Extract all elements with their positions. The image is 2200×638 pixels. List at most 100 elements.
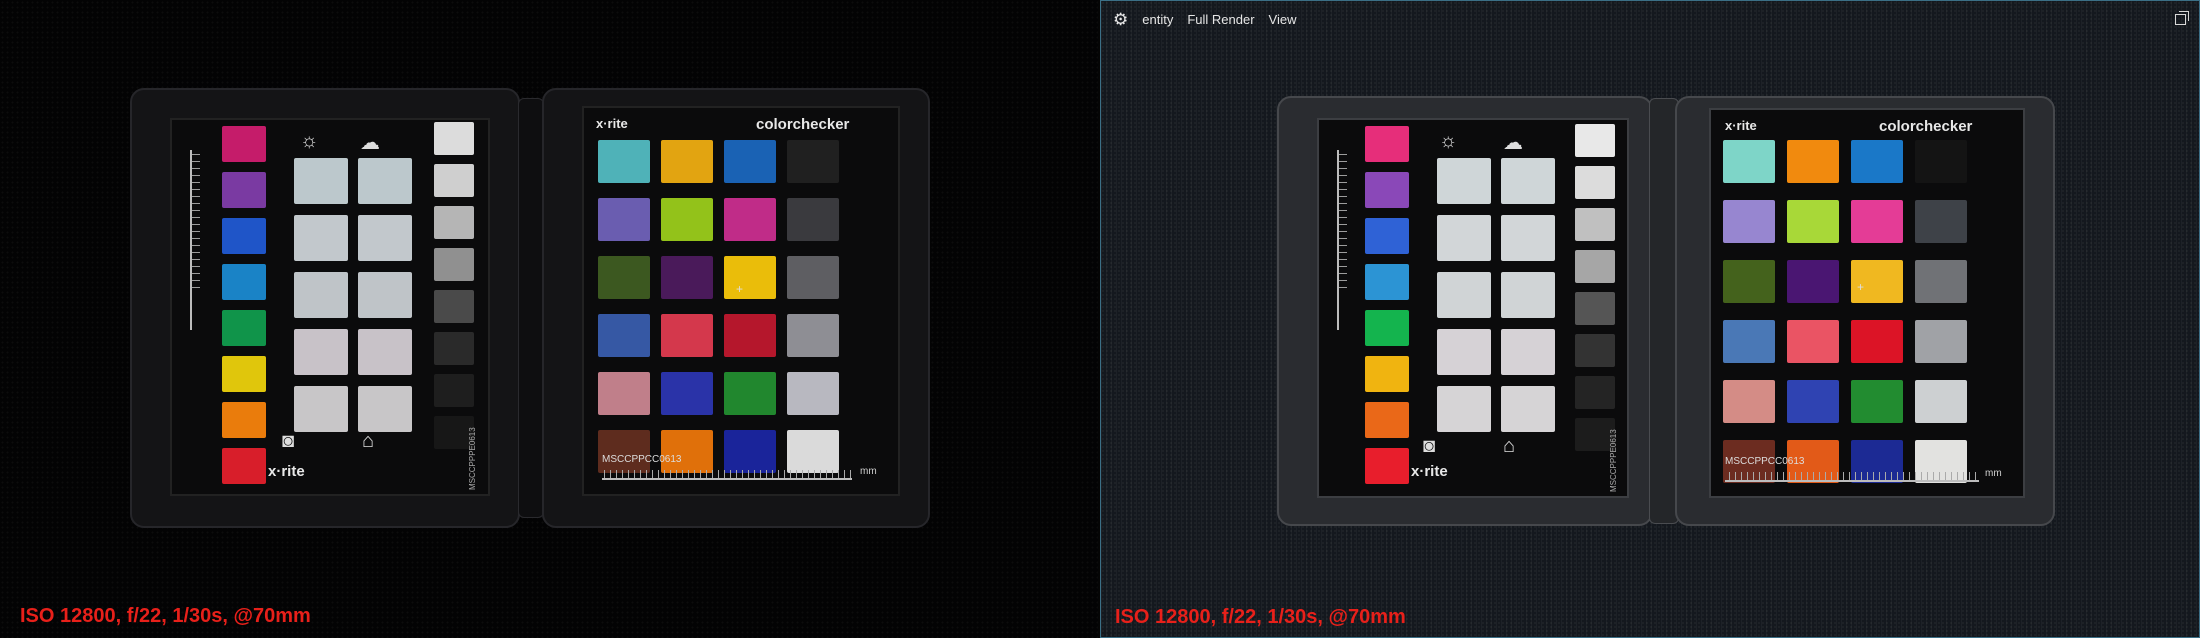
passport-side-card: ☼ ☁ ◙ ⌂ x·rite MSCCPPPE0613 bbox=[170, 118, 490, 496]
sun-shade-icon: ☼ bbox=[1439, 130, 1458, 152]
white-balance-patch bbox=[294, 329, 348, 375]
white-balance-patch bbox=[1437, 386, 1491, 432]
vertical-ruler bbox=[1337, 150, 1351, 330]
color-swatch bbox=[598, 372, 650, 415]
side-color-swatch bbox=[222, 356, 266, 393]
white-balance-patch bbox=[1501, 386, 1555, 432]
white-balance-patch bbox=[294, 158, 348, 204]
color-swatch bbox=[1915, 380, 1967, 423]
color-swatch bbox=[1787, 380, 1839, 423]
color-swatch bbox=[724, 430, 776, 473]
unit-label: mm bbox=[1985, 468, 2002, 479]
color-swatch bbox=[1915, 260, 1967, 303]
color-swatch bbox=[1915, 200, 1967, 243]
xrite-logo-bottom: x·rite bbox=[268, 463, 305, 480]
color-swatch bbox=[598, 140, 650, 183]
color-swatch bbox=[661, 372, 713, 415]
side-color-swatch bbox=[222, 310, 266, 347]
color-swatch bbox=[1787, 200, 1839, 243]
color-swatch bbox=[661, 256, 713, 299]
grey-swatch bbox=[1575, 166, 1615, 199]
color-swatch bbox=[1851, 200, 1903, 243]
menu-full-render[interactable]: Full Render bbox=[1187, 12, 1254, 27]
color-swatch bbox=[724, 372, 776, 415]
grey-swatch bbox=[1575, 334, 1615, 367]
grey-swatch bbox=[434, 374, 474, 407]
side-color-swatch bbox=[1365, 310, 1409, 347]
side-color-swatch bbox=[1365, 218, 1409, 255]
chart-serial: MSCCPPCC0613 bbox=[602, 454, 682, 465]
xrite-logo: x·rite bbox=[1725, 118, 1757, 133]
grey-swatch bbox=[434, 122, 474, 155]
white-balance-patch bbox=[1501, 215, 1555, 261]
grey-swatch bbox=[434, 164, 474, 197]
landscape-icon: ⌂ bbox=[1503, 435, 1516, 457]
color-swatch bbox=[661, 314, 713, 357]
camera-icon: ◙ bbox=[1423, 435, 1436, 457]
cloud-shade-icon: ☁ bbox=[360, 132, 380, 154]
side-color-swatch bbox=[1365, 402, 1409, 439]
right-render-pane: ⚙ entity Full Render View ☼ ☁ ◙ ⌂ x·rite… bbox=[1100, 0, 2200, 638]
menu-view[interactable]: View bbox=[1269, 12, 1297, 27]
color-swatch bbox=[1787, 140, 1839, 183]
grey-swatch bbox=[1575, 292, 1615, 325]
white-balance-patch bbox=[358, 329, 412, 375]
white-balance-patch bbox=[358, 386, 412, 432]
side-color-swatch bbox=[1365, 448, 1409, 485]
grey-swatch bbox=[1575, 376, 1615, 409]
color-swatch bbox=[1915, 320, 1967, 363]
exposure-caption: ISO 12800, f/22, 1/30s, @70mm bbox=[1115, 606, 1406, 628]
landscape-icon: ⌂ bbox=[362, 430, 375, 452]
gear-icon[interactable]: ⚙ bbox=[1113, 11, 1128, 28]
color-swatch bbox=[661, 430, 713, 473]
classic-chart-card: x·rite colorchecker + MSCCPPCC0613 mm bbox=[582, 106, 900, 496]
color-swatch bbox=[724, 198, 776, 241]
side-color-swatch bbox=[222, 402, 266, 439]
left-render-pane: ☼ ☁ ◙ ⌂ x·rite MSCCPPPE0613 x·rite color… bbox=[0, 0, 1098, 638]
white-balance-patch bbox=[1437, 215, 1491, 261]
viewport-toolbar: ⚙ entity Full Render View bbox=[1101, 1, 2199, 37]
case-hinge bbox=[518, 98, 544, 518]
color-swatch bbox=[787, 256, 839, 299]
white-balance-patch bbox=[294, 386, 348, 432]
color-swatch bbox=[1851, 380, 1903, 423]
color-swatch bbox=[787, 198, 839, 241]
white-balance-patch bbox=[294, 272, 348, 318]
color-swatch bbox=[787, 430, 839, 473]
sun-shade-icon: ☼ bbox=[300, 130, 319, 152]
color-swatch bbox=[724, 256, 776, 299]
side-color-swatch bbox=[1365, 172, 1409, 209]
side-color-swatch bbox=[1365, 126, 1409, 163]
crosshair-mark: + bbox=[1857, 280, 1865, 294]
color-swatch bbox=[1915, 140, 1967, 183]
grey-swatch bbox=[434, 206, 474, 239]
color-swatch bbox=[1723, 200, 1775, 243]
white-balance-patch bbox=[1437, 158, 1491, 204]
side-color-swatch bbox=[222, 218, 266, 255]
passport-side-card: ☼ ☁ ◙ ⌂ x·rite MSCCPPPE0613 bbox=[1317, 118, 1629, 498]
color-swatch bbox=[598, 198, 650, 241]
white-balance-patch bbox=[294, 215, 348, 261]
white-balance-patch bbox=[1501, 272, 1555, 318]
xrite-logo: x·rite bbox=[596, 116, 628, 131]
grey-swatch bbox=[434, 290, 474, 323]
xrite-logo-bottom: x·rite bbox=[1411, 463, 1448, 480]
white-balance-patch bbox=[358, 272, 412, 318]
grey-swatch bbox=[1575, 250, 1615, 283]
vertical-serial: MSCCPPPE0613 bbox=[468, 427, 477, 490]
exposure-caption: ISO 12800, f/22, 1/30s, @70mm bbox=[20, 605, 311, 627]
menu-entity[interactable]: entity bbox=[1142, 12, 1173, 27]
color-swatch bbox=[661, 140, 713, 183]
color-swatch bbox=[787, 314, 839, 357]
camera-icon: ◙ bbox=[282, 430, 295, 452]
white-balance-patch bbox=[1437, 272, 1491, 318]
white-balance-patch bbox=[358, 215, 412, 261]
restore-window-icon[interactable] bbox=[2175, 11, 2189, 25]
color-swatch bbox=[1787, 260, 1839, 303]
color-swatch bbox=[1723, 140, 1775, 183]
side-color-swatch bbox=[222, 126, 266, 163]
color-swatch bbox=[598, 256, 650, 299]
color-swatch bbox=[1851, 320, 1903, 363]
grey-swatch bbox=[434, 332, 474, 365]
unit-label: mm bbox=[860, 466, 877, 477]
